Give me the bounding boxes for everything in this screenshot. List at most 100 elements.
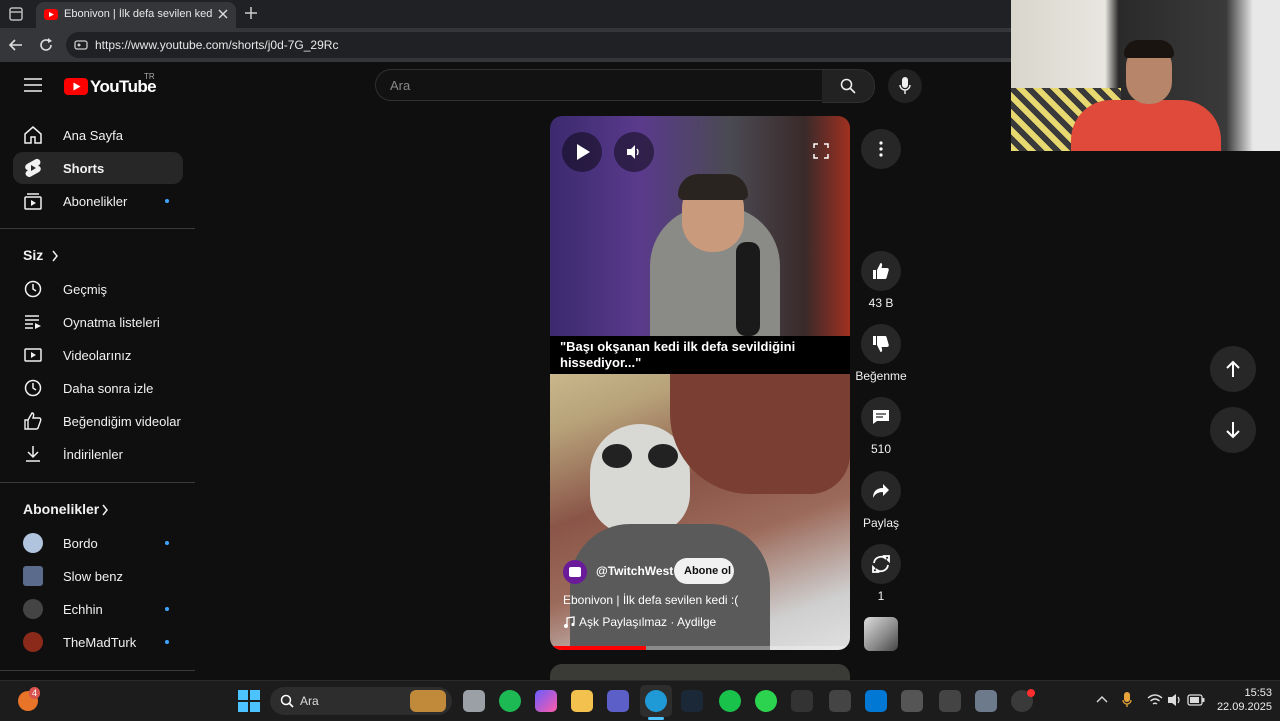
subscription-channel-slow-benz[interactable]: Slow benz — [13, 560, 183, 592]
url-text: https://www.youtube.com/shorts/j0d-7G_29… — [95, 38, 339, 52]
sidebar-item-home[interactable]: Ana Sayfa — [13, 119, 183, 151]
microsoft-store-icon[interactable] — [865, 690, 887, 712]
more-options-button[interactable] — [861, 129, 901, 169]
sidebar-item-playlists[interactable]: Oynatma listeleri — [13, 306, 183, 338]
chevron-up-icon[interactable] — [1096, 695, 1108, 703]
reload-icon[interactable] — [38, 37, 54, 53]
subscribe-button[interactable]: Abone ol — [674, 558, 734, 584]
wifi-icon[interactable] — [1147, 693, 1163, 707]
back-icon[interactable] — [8, 37, 24, 53]
search-highlight-icon — [410, 690, 446, 712]
epic-games-icon[interactable] — [791, 690, 813, 712]
share-button[interactable] — [861, 471, 901, 511]
short-title[interactable]: Ebonivon | İlk defa sevilen kedi :( — [563, 593, 738, 607]
sidebar-item-label: Ana Sayfa — [63, 127, 123, 143]
settings-app-icon[interactable] — [901, 690, 923, 712]
liked-videos-icon — [24, 412, 42, 430]
volume-icon — [627, 145, 639, 159]
sidebar-item-label: Geçmiş — [63, 281, 108, 297]
channel-handle[interactable]: @TwitchWest — [596, 564, 673, 578]
subscription-channel-bordo[interactable]: Bordo — [13, 527, 183, 559]
your-videos-icon — [24, 348, 42, 362]
steam-icon[interactable] — [681, 690, 703, 712]
kitten-eye — [648, 444, 678, 468]
game-launcher-icon[interactable] — [755, 690, 777, 712]
sidebar-item-shorts[interactable]: Shorts — [13, 152, 183, 184]
taskbar-search-box[interactable]: Ara — [270, 687, 452, 715]
search-button[interactable] — [822, 69, 875, 103]
video-progress-bar[interactable] — [550, 646, 850, 650]
subscription-channel-themadturk[interactable]: TheMadTurk — [13, 626, 183, 658]
music-title[interactable]: Aşk Paylaşılmaz · Aydilge — [579, 615, 716, 629]
tab-actions-icon[interactable] — [8, 6, 24, 22]
fullscreen-icon — [813, 143, 829, 159]
twitch-icon — [569, 567, 581, 577]
comments-button[interactable] — [861, 397, 901, 437]
subscriptions-icon — [24, 193, 42, 210]
sidebar-item-downloads[interactable]: İndirilenler — [13, 438, 183, 470]
battery-icon[interactable] — [1187, 694, 1205, 706]
tab-close-icon[interactable] — [218, 9, 228, 19]
riot-client-icon[interactable] — [939, 690, 961, 712]
sidebar-item-liked-videos[interactable]: Beğendiğim videolar — [13, 405, 183, 437]
sidebar-divider — [0, 228, 195, 229]
recording-dot — [1027, 689, 1035, 697]
url-field[interactable]: https://www.youtube.com/shorts/j0d-7G_29… — [66, 32, 1066, 58]
xbox-icon[interactable] — [719, 690, 741, 712]
search-input[interactable]: Ara — [375, 69, 824, 101]
youtube-logo-icon — [64, 78, 88, 95]
edge-icon[interactable] — [645, 690, 667, 712]
start-icon[interactable] — [238, 690, 260, 712]
site-info-icon[interactable] — [74, 38, 88, 52]
search-icon — [840, 78, 856, 94]
arrow-up-icon — [1226, 360, 1240, 377]
previous-short-button[interactable] — [1210, 346, 1256, 392]
sidebar-item-your-videos[interactable]: Videolarınız — [13, 339, 183, 371]
copilot-icon[interactable] — [535, 690, 557, 712]
menu-icon[interactable] — [24, 78, 42, 92]
sidebar-item-history[interactable]: Geçmiş — [13, 273, 183, 305]
subscribe-label: Abone ol — [684, 565, 732, 577]
clock-time: 15:53 — [1244, 687, 1272, 699]
remix-count: 1 — [877, 589, 885, 603]
subscription-channel-echhin[interactable]: Echhin — [13, 593, 183, 625]
speaker-icon[interactable] — [1167, 693, 1183, 707]
webcam-person-shirt — [1071, 100, 1221, 151]
youtube-logo[interactable]: YouTube TR — [64, 72, 157, 98]
browser-tab-active[interactable]: Ebonivon | İlk defa sevilen kedi :( — [36, 2, 236, 28]
arrow-down-icon — [1226, 422, 1240, 439]
subscriptions-section-header[interactable]: Abonelikler — [13, 495, 183, 523]
webcam-person-hair — [1124, 40, 1174, 58]
next-short-button[interactable] — [1210, 407, 1256, 453]
teams-icon[interactable] — [607, 690, 629, 712]
channel-avatar[interactable] — [563, 560, 587, 584]
play-button[interactable] — [562, 132, 602, 172]
valorant-icon[interactable] — [829, 690, 851, 712]
new-tab-icon[interactable] — [244, 6, 258, 20]
you-section-header[interactable]: Siz — [13, 241, 183, 269]
sidebar-item-watch-later[interactable]: Daha sonra izle — [13, 372, 183, 404]
camera-icon[interactable] — [975, 690, 997, 712]
audio-track-thumbnail[interactable] — [864, 617, 898, 651]
sidebar: Ana Sayfa Shorts Abonelikler Siz Geçmiş … — [0, 118, 195, 678]
microphone-status-icon[interactable] — [1122, 692, 1132, 708]
play-icon — [577, 144, 590, 160]
video-caption-bar: "Başı okşanan kedi ilk defa sevildiğini … — [550, 336, 850, 374]
task-view-icon[interactable] — [463, 690, 485, 712]
video-caption-text: "Başı okşanan kedi ilk defa sevildiğini … — [560, 339, 796, 370]
file-explorer-icon[interactable] — [571, 690, 593, 712]
volume-button[interactable] — [614, 132, 654, 172]
sidebar-item-subscriptions[interactable]: Abonelikler — [13, 185, 183, 217]
short-video-player[interactable]: "Başı okşanan kedi ilk defa sevildiğini … — [550, 116, 850, 650]
section-title: Siz — [23, 247, 44, 263]
like-button[interactable] — [861, 251, 901, 291]
remix-button[interactable] — [861, 544, 901, 584]
dislike-button[interactable] — [861, 324, 901, 364]
voice-search-button[interactable] — [888, 69, 922, 103]
remix-icon — [872, 555, 890, 573]
history-icon — [24, 280, 42, 298]
spotify-icon[interactable] — [499, 690, 521, 712]
channel-name: Bordo — [63, 535, 98, 551]
fullscreen-button[interactable] — [806, 136, 836, 166]
clock[interactable]: 15:53 22.09.2025 — [1212, 687, 1272, 713]
